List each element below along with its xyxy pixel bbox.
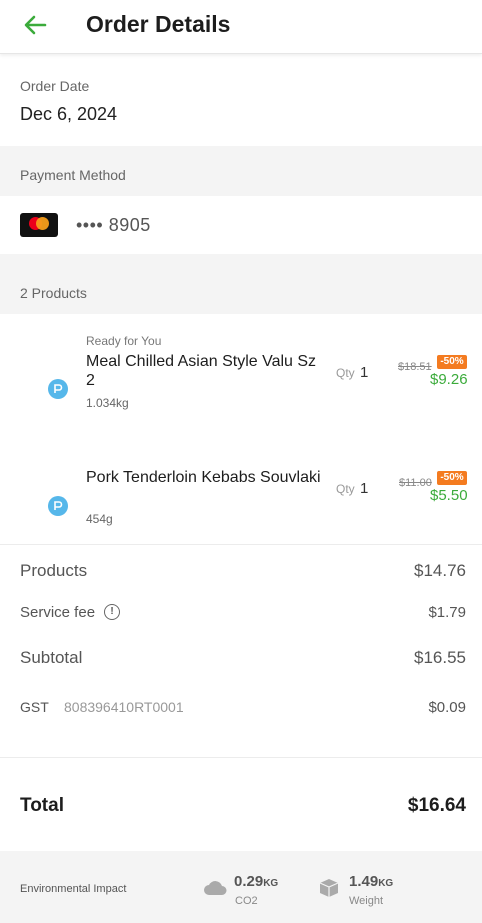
gst-number: 808396410RT0001	[64, 699, 184, 715]
discount-badge: -50%	[437, 471, 467, 485]
cloud-icon	[204, 881, 227, 895]
product-name: Pork Tenderloin Kebabs Souvlaki	[86, 469, 321, 486]
products-count-label: 2 Products	[20, 285, 87, 301]
product-tag: Ready for You	[86, 334, 162, 348]
service-fee-value: $1.79	[428, 604, 466, 621]
order-date-label: Order Date	[20, 78, 90, 94]
discount-badge: -50%	[437, 355, 467, 369]
card-number: •••• 8905	[76, 215, 151, 235]
environmental-impact-label: Environmental Impact	[20, 883, 127, 895]
app-header: Order Details	[0, 0, 482, 54]
qty-value: 1	[360, 364, 369, 381]
total-label: Total	[20, 795, 64, 816]
subtotal-value: $16.55	[414, 648, 466, 667]
sale-price: $9.26	[430, 371, 468, 388]
products-total-label: Products	[20, 561, 88, 580]
products-total-value: $14.76	[414, 561, 466, 580]
qty-label: Qty	[336, 366, 355, 380]
gst-label: GST	[20, 699, 49, 715]
product-weight: 454g	[86, 512, 113, 526]
divider	[0, 544, 482, 545]
mastercard-icon	[20, 213, 58, 237]
original-price: $11.00	[399, 477, 432, 489]
original-price: $18.51	[398, 361, 432, 373]
package-icon	[319, 879, 339, 897]
qty-label: Qty	[336, 482, 355, 496]
ready-badge-icon	[48, 379, 68, 399]
sale-price: $5.50	[430, 487, 468, 504]
info-icon[interactable]: !	[104, 604, 120, 620]
total-value: $16.64	[407, 795, 466, 816]
weight-label: Weight	[349, 895, 384, 907]
service-fee-label: Service fee	[20, 604, 96, 621]
order-date-value: Dec 6, 2024	[20, 104, 118, 124]
ready-badge-icon	[48, 496, 68, 516]
co2-value: 0.29KG	[234, 873, 279, 890]
page-title: Order Details	[86, 11, 231, 37]
products-section-header	[0, 254, 482, 314]
product-name: Meal Chilled Asian Style Valu Sz 2	[86, 353, 317, 389]
weight-value: 1.49KG	[349, 873, 394, 890]
divider	[0, 757, 482, 758]
payment-method-label: Payment Method	[20, 167, 126, 183]
gst-value: $0.09	[428, 699, 466, 716]
product-weight: 1.034kg	[86, 396, 129, 410]
back-button[interactable]	[18, 10, 52, 40]
subtotal-label: Subtotal	[20, 648, 83, 667]
co2-label: CO2	[235, 895, 258, 907]
qty-value: 1	[360, 480, 369, 497]
arrow-left-icon	[24, 15, 47, 35]
